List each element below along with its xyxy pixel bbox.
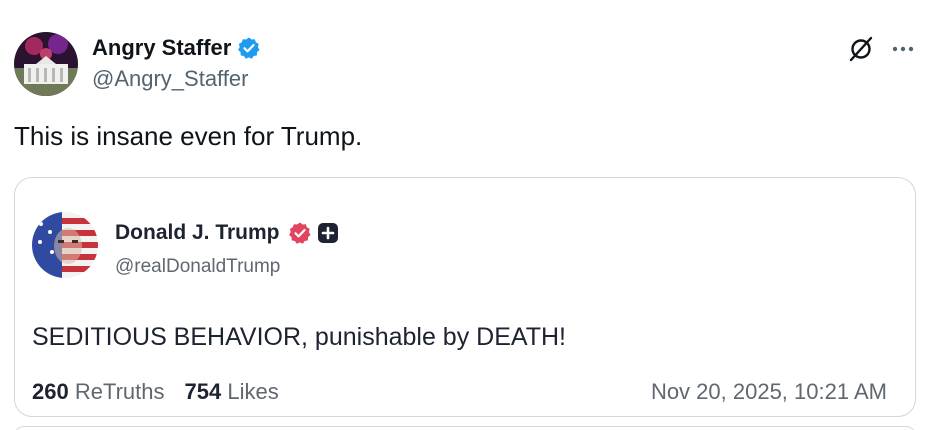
quoted-post-timestamp[interactable]: Nov 20, 2025, 10:21 AM [651, 379, 887, 405]
grok-icon[interactable] [846, 34, 876, 64]
retruths-label: ReTruths [74, 379, 165, 404]
likes-count: 754 [184, 379, 222, 404]
quoted-author-display-name[interactable]: Donald J. Trump [115, 221, 280, 245]
likes-stat[interactable]: 754 Likes [185, 379, 279, 405]
tweet: Angry Staffer @Angry_Staffer This is ins… [0, 0, 928, 430]
retruths-count: 260 [32, 379, 69, 404]
author-handle[interactable]: @Angry_Staffer [92, 66, 248, 92]
more-icon[interactable] [890, 36, 916, 62]
quoted-author-avatar[interactable] [32, 212, 98, 278]
quoted-post-stats: 260 ReTruths 754 Likes [32, 379, 279, 405]
quoted-post-card[interactable]: Donald J. Trump @realDonaldTrump SEDITIO… [14, 177, 916, 417]
tweet-text: This is insane even for Trump. [14, 121, 363, 151]
flag-face-avatar-icon [32, 212, 98, 278]
next-card-edge [14, 426, 916, 430]
likes-label: Likes [227, 379, 279, 404]
plus-badge-icon [316, 221, 340, 245]
author-display-name[interactable]: Angry Staffer [92, 35, 231, 61]
quoted-post-text: SEDITIOUS BEHAVIOR, punishable by DEATH! [32, 323, 566, 351]
author-name-row: Angry Staffer [92, 33, 261, 63]
quoted-verified-badge-icon [288, 221, 312, 245]
verified-badge-icon [237, 36, 261, 60]
retruths-stat[interactable]: 260 ReTruths [32, 379, 165, 405]
tweet-top-actions [846, 34, 916, 64]
author-avatar[interactable] [14, 32, 78, 96]
quoted-author-handle[interactable]: @realDonaldTrump [115, 256, 280, 278]
quoted-author-name-row: Donald J. Trump [115, 218, 340, 248]
white-house-fireworks-avatar-icon [14, 32, 78, 96]
